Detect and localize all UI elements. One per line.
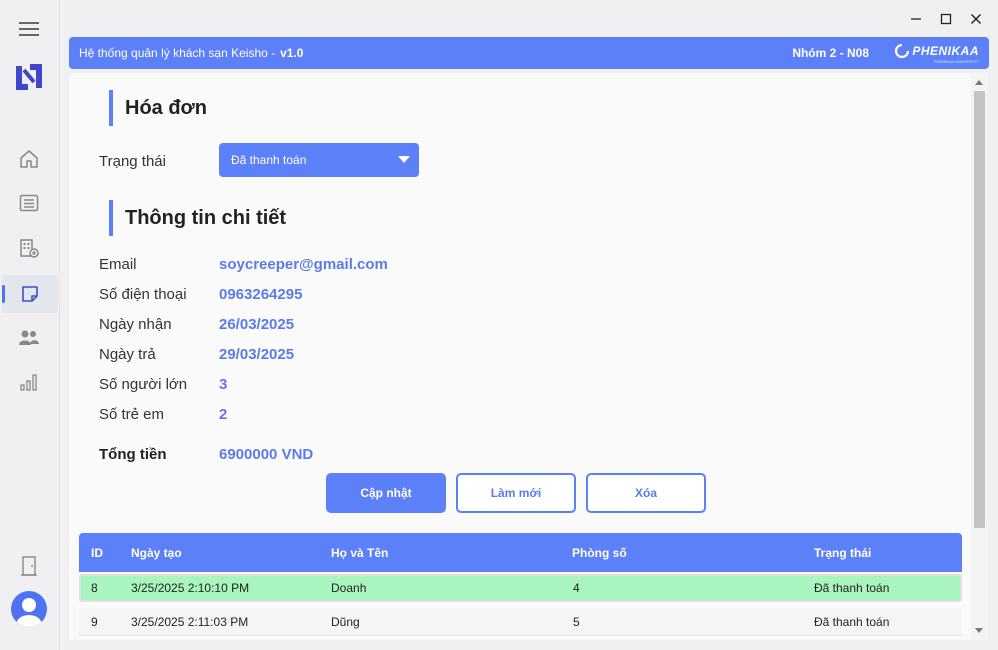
phone-label: Số điện thoại <box>99 286 187 303</box>
email-value: soycreeper@gmail.com <box>219 256 388 273</box>
brand-logo: PHENIKAA PHENIKAA UNIVERSITY <box>895 44 979 64</box>
cell-room: 4 <box>573 581 580 595</box>
chevron-down-icon <box>398 156 410 163</box>
group-label: Nhóm 2 - N08 <box>792 46 869 60</box>
scroll-up-arrow-icon[interactable] <box>975 80 983 85</box>
column-header-created[interactable]: Ngày tạo <box>131 533 182 572</box>
cell-created: 3/25/2025 2:11:03 PM <box>131 614 249 629</box>
invoice-note-icon <box>22 286 38 302</box>
checkin-date-value: 26/03/2025 <box>219 316 295 333</box>
details-section-title: Thông tin chi tiết <box>109 200 286 236</box>
invoice-section-title: Hóa đơn <box>109 90 207 126</box>
cell-room: 5 <box>573 614 580 629</box>
app-logo-icon <box>0 58 58 96</box>
close-icon <box>971 14 981 24</box>
hamburger-menu-icon[interactable] <box>0 10 58 48</box>
sidebar-item-statistics[interactable] <box>0 363 58 401</box>
status-select[interactable]: Đã thanh toán <box>219 143 419 177</box>
minimize-button[interactable] <box>905 8 927 30</box>
total-label: Tổng tiền <box>99 446 167 463</box>
sidebar-item-invoice[interactable] <box>2 275 58 313</box>
app-version: v1.0 <box>280 46 304 60</box>
vertical-scrollbar[interactable] <box>971 73 988 640</box>
sidebar-item-customers[interactable] <box>0 319 58 357</box>
logout-button[interactable] <box>0 547 58 585</box>
checkout-date-label: Ngày trả <box>99 346 156 363</box>
cell-name: Dũng <box>331 614 360 629</box>
adults-label: Số người lớn <box>99 376 188 393</box>
cell-status: Đã thanh toán <box>814 614 890 629</box>
brand-subtitle: PHENIKAA UNIVERSITY <box>933 59 979 64</box>
invoice-table-header: ID Ngày tạo Họ và Tên Phòng số Trạng thá… <box>79 533 962 572</box>
phone-value: 0963264295 <box>219 286 303 303</box>
table-row[interactable]: 9 3/25/2025 2:11:03 PM Dũng 5 Đã thanh t… <box>79 608 962 636</box>
sidebar-item-list[interactable] <box>0 184 58 222</box>
checkout-date-value: 29/03/2025 <box>219 346 295 363</box>
children-label: Số trẻ em <box>99 406 165 423</box>
column-header-name[interactable]: Họ và Tên <box>331 533 388 572</box>
scrollbar-thumb[interactable] <box>974 91 985 528</box>
cell-created: 3/25/2025 2:10:10 PM <box>131 581 250 595</box>
user-avatar-button[interactable] <box>0 589 58 629</box>
adults-value: 3 <box>219 376 228 393</box>
children-value: 2 <box>219 406 228 423</box>
cell-id: 9 <box>91 614 98 629</box>
email-label: Email <box>99 256 137 273</box>
invoice-panel: Hóa đơn Trạng thái Đã thanh toán Thông t… <box>69 73 971 640</box>
column-header-id[interactable]: ID <box>91 533 103 572</box>
delete-button[interactable]: Xóa <box>586 473 706 513</box>
sidebar <box>0 0 60 650</box>
table-row[interactable]: 8 3/25/2025 2:10:10 PM Doanh 4 Đã thanh … <box>79 574 962 602</box>
list-icon <box>19 194 39 212</box>
active-indicator <box>2 285 5 303</box>
minimize-icon <box>911 18 921 20</box>
sidebar-item-home[interactable] <box>0 140 58 178</box>
update-button[interactable]: Cập nhật <box>326 473 446 513</box>
status-label: Trạng thái <box>99 153 166 170</box>
maximize-button[interactable] <box>935 8 957 30</box>
cell-id: 8 <box>91 581 98 595</box>
status-select-value: Đã thanh toán <box>231 153 307 167</box>
sidebar-item-rooms[interactable] <box>0 229 58 267</box>
chart-icon <box>20 374 37 391</box>
maximize-icon <box>940 13 952 25</box>
home-icon <box>20 150 38 168</box>
cell-status: Đã thanh toán <box>814 581 890 595</box>
scroll-down-arrow-icon[interactable] <box>975 628 983 633</box>
phenikaa-logo-icon <box>895 44 910 58</box>
close-button[interactable] <box>965 8 987 30</box>
column-header-status[interactable]: Trạng thái <box>814 533 871 572</box>
user-avatar-icon <box>11 591 47 627</box>
app-title: Hệ thống quản lý khách sạn Keisho - <box>79 46 276 60</box>
app-title-bar: Hệ thống quản lý khách sạn Keisho - v1.0… <box>69 37 989 69</box>
people-icon <box>19 330 39 345</box>
door-exit-icon <box>21 556 37 576</box>
brand-name: PHENIKAA <box>912 44 979 58</box>
refresh-button[interactable]: Làm mới <box>456 473 576 513</box>
total-value: 6900000 VND <box>219 446 314 463</box>
building-add-icon <box>20 239 39 258</box>
cell-name: Doanh <box>331 581 367 595</box>
checkin-date-label: Ngày nhận <box>99 316 172 333</box>
column-header-room[interactable]: Phòng số <box>572 533 627 572</box>
